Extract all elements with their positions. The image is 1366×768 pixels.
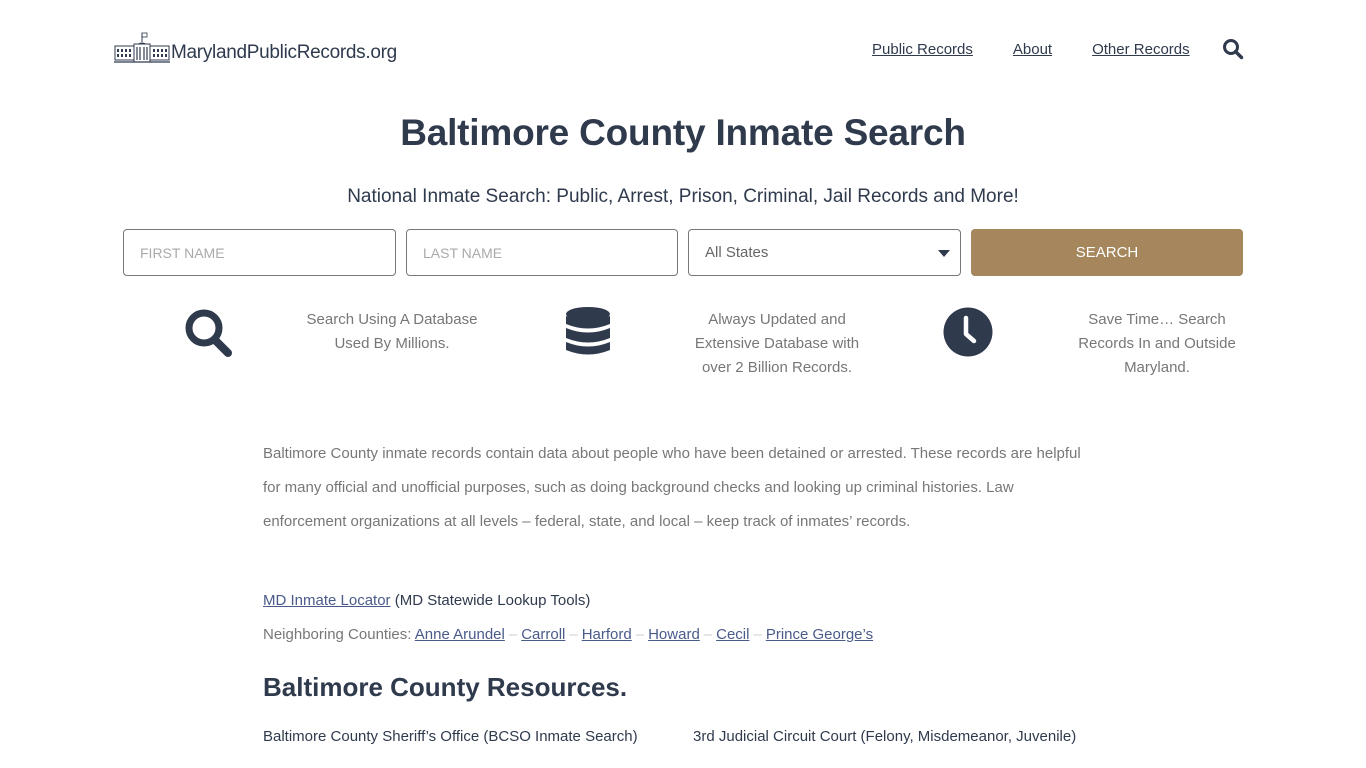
state-select-value: All States bbox=[705, 244, 769, 261]
last-name-input[interactable] bbox=[407, 230, 677, 275]
clock-icon bbox=[943, 307, 993, 357]
site-header: MarylandPublicRecords.org Public Records… bbox=[0, 0, 1366, 100]
logo-text: MarylandPublicRecords.org bbox=[171, 42, 397, 63]
nav-other-records[interactable]: Other Records bbox=[1092, 41, 1190, 58]
county-link-prince-georges[interactable]: Prince George’s bbox=[766, 626, 873, 643]
locator-suffix: (MD Statewide Lookup Tools) bbox=[390, 592, 591, 609]
inmate-search-form: All States SEARCH bbox=[123, 229, 1243, 276]
neighbors-label: Neighboring Counties: bbox=[263, 626, 415, 643]
intro-paragraph: Baltimore County inmate records contain … bbox=[263, 445, 1081, 530]
feature-text-database: Search Using A Database Used By Millions… bbox=[306, 311, 478, 352]
last-name-field-wrapper bbox=[406, 229, 678, 276]
nav-public-records[interactable]: Public Records bbox=[872, 41, 973, 58]
separator: – bbox=[569, 626, 578, 643]
feature-text-updated: Always Updated and Extensive Database wi… bbox=[694, 311, 860, 376]
county-link-cecil[interactable]: Cecil bbox=[716, 626, 749, 643]
neighboring-counties: Neighboring Counties: Anne Arundel – Carro… bbox=[263, 626, 873, 643]
separator: – bbox=[508, 626, 518, 643]
search-icon[interactable] bbox=[1222, 38, 1244, 60]
nav-about[interactable]: About bbox=[1013, 41, 1052, 58]
separator: – bbox=[635, 626, 645, 643]
main-nav: Public Records About Other Records bbox=[872, 41, 1230, 58]
capitol-building-icon bbox=[114, 32, 170, 63]
database-icon bbox=[566, 307, 610, 355]
county-link-anne-arundel[interactable]: Anne Arundel bbox=[415, 626, 505, 643]
caret-down-icon bbox=[938, 250, 950, 257]
resource-sheriff-office: Baltimore County Sheriff’s Office (BCSO … bbox=[263, 728, 638, 745]
separator: – bbox=[703, 626, 713, 643]
search-button[interactable]: SEARCH bbox=[971, 229, 1243, 276]
site-logo[interactable]: MarylandPublicRecords.org bbox=[114, 32, 397, 64]
magnifier-icon bbox=[185, 309, 232, 357]
separator: – bbox=[753, 626, 762, 643]
state-select[interactable]: All States bbox=[688, 229, 961, 276]
first-name-input[interactable] bbox=[124, 230, 395, 275]
md-inmate-locator-link[interactable]: MD Inmate Locator bbox=[263, 592, 391, 609]
page-subtitle: National Inmate Search: Public, Arrest, … bbox=[347, 186, 1019, 207]
county-link-harford[interactable]: Harford bbox=[582, 626, 632, 643]
county-link-howard[interactable]: Howard bbox=[648, 626, 700, 643]
resources-heading: Baltimore County Resources. bbox=[263, 672, 628, 702]
resource-circuit-court: 3rd Judicial Circuit Court (Felony, Misd… bbox=[693, 728, 1077, 745]
first-name-field-wrapper bbox=[123, 229, 396, 276]
county-link-carroll[interactable]: Carroll bbox=[521, 626, 565, 643]
feature-text-save-time: Save Time… Search Records In and Outside… bbox=[1078, 311, 1236, 376]
locator-line: MD Inmate Locator (MD Statewide Lookup T… bbox=[263, 592, 590, 609]
page-title: Baltimore County Inmate Search bbox=[400, 112, 966, 153]
